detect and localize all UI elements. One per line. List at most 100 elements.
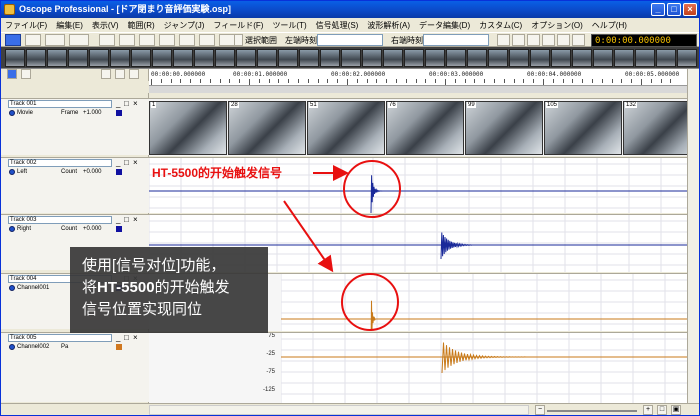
track-maximize-icon[interactable]: □ xyxy=(124,99,129,108)
layout-icon[interactable] xyxy=(101,69,111,79)
thumbnail[interactable] xyxy=(215,49,235,67)
menu-field[interactable]: フィールド(F) xyxy=(213,20,263,31)
stop-button[interactable] xyxy=(572,34,585,46)
grid-icon[interactable] xyxy=(115,69,125,79)
thumbnail[interactable] xyxy=(572,49,592,67)
menu-signal[interactable]: 信号処理(S) xyxy=(316,20,359,31)
track-close-icon[interactable]: × xyxy=(133,333,138,342)
step-back-button[interactable] xyxy=(512,34,525,46)
track-minimize-icon[interactable]: _ xyxy=(116,99,120,108)
thumbnail[interactable] xyxy=(131,49,151,67)
video-frame[interactable]: 99 xyxy=(465,101,543,155)
left-time-field[interactable] xyxy=(317,34,383,46)
menu-jump[interactable]: ジャンプ(J) xyxy=(164,20,205,31)
thumbnail[interactable] xyxy=(488,49,508,67)
thumbnail[interactable] xyxy=(341,49,361,67)
track-maximize-icon[interactable]: □ xyxy=(124,158,129,167)
copy-icon[interactable] xyxy=(159,34,175,46)
thumbnail[interactable] xyxy=(299,49,319,67)
thumbnail[interactable] xyxy=(152,49,172,67)
zoom-in-icon[interactable]: + xyxy=(643,405,653,415)
menu-analysis[interactable]: 波形解析(A) xyxy=(367,20,410,31)
horizontal-scrollbar[interactable] xyxy=(149,405,529,415)
rewind-button[interactable] xyxy=(497,34,510,46)
thumbnail[interactable] xyxy=(446,49,466,67)
thumbnail[interactable] xyxy=(320,49,340,67)
thumbnail[interactable] xyxy=(614,49,634,67)
thumbnail[interactable] xyxy=(257,49,277,67)
remove-track-icon[interactable] xyxy=(21,69,31,79)
video-frame[interactable]: 1 xyxy=(149,101,227,155)
range-tool-button[interactable] xyxy=(25,34,41,46)
channel-color-swatch[interactable] xyxy=(116,344,122,350)
track-close-icon[interactable]: × xyxy=(133,158,138,167)
thumbnail[interactable] xyxy=(68,49,88,67)
thumbnail[interactable] xyxy=(26,49,46,67)
track-maximize-icon[interactable]: □ xyxy=(124,333,129,342)
zoom-h-button[interactable] xyxy=(45,34,65,46)
menu-data[interactable]: データ編集(D) xyxy=(419,20,470,31)
thumbnail[interactable] xyxy=(110,49,130,67)
menu-tools[interactable]: ツール(T) xyxy=(272,20,306,31)
thumbnail[interactable] xyxy=(677,49,697,67)
video-lane[interactable]: 128517699105132157 xyxy=(149,98,687,156)
trim-icon[interactable] xyxy=(219,34,235,46)
menu-help[interactable]: ヘルプ(H) xyxy=(592,20,627,31)
video-frame[interactable]: 132 xyxy=(623,101,687,155)
thumbnail[interactable] xyxy=(530,49,550,67)
range-checkbox[interactable] xyxy=(234,34,243,46)
thumbnail[interactable] xyxy=(404,49,424,67)
thumbnail[interactable] xyxy=(467,49,487,67)
thumbnail[interactable] xyxy=(656,49,676,67)
thumbnail[interactable] xyxy=(593,49,613,67)
close-button[interactable]: × xyxy=(683,3,697,16)
minimize-button[interactable]: _ xyxy=(651,3,665,16)
menu-range[interactable]: 範囲(R) xyxy=(128,20,155,31)
thumbnail[interactable] xyxy=(194,49,214,67)
thumbnail[interactable] xyxy=(425,49,445,67)
waveform-lane-ch2[interactable]: 75 -25 -75 -125 xyxy=(149,332,687,403)
maximize-button[interactable]: □ xyxy=(667,3,681,16)
menu-options[interactable]: オプション(O) xyxy=(531,20,583,31)
thumbnail[interactable] xyxy=(551,49,571,67)
range-bar[interactable] xyxy=(149,85,687,93)
fit-icon[interactable]: □ xyxy=(657,405,667,415)
settings-icon[interactable] xyxy=(199,34,215,46)
forward-button[interactable] xyxy=(557,34,570,46)
track-header-5[interactable]: Track 005 _ □ × Channel002 Pa xyxy=(1,332,149,402)
channel-color-swatch[interactable] xyxy=(116,226,122,232)
video-frame[interactable]: 51 xyxy=(307,101,385,155)
marker-button[interactable] xyxy=(119,34,135,46)
step-forward-button[interactable] xyxy=(542,34,555,46)
menu-custom[interactable]: カスタム(C) xyxy=(479,20,522,31)
menu-file[interactable]: ファイル(F) xyxy=(5,20,47,31)
thumbnail[interactable] xyxy=(635,49,655,67)
paste-icon[interactable] xyxy=(179,34,195,46)
vertical-scrollbar[interactable] xyxy=(687,69,699,403)
thumbnail[interactable] xyxy=(173,49,193,67)
track-minimize-icon[interactable]: _ xyxy=(116,215,120,224)
zoom-v-button[interactable] xyxy=(69,34,89,46)
video-frame[interactable]: 28 xyxy=(228,101,306,155)
thumbnail[interactable] xyxy=(47,49,67,67)
video-frame[interactable]: 105 xyxy=(544,101,622,155)
thumbnail[interactable] xyxy=(509,49,529,67)
thumbnail-strip[interactable] xyxy=(1,47,699,69)
track-maximize-icon[interactable]: □ xyxy=(124,215,129,224)
track-header-1[interactable]: Track 001 _ □ × Movie Frame +1.000 xyxy=(1,98,149,155)
search-icon[interactable] xyxy=(99,34,115,46)
track-header-2[interactable]: Track 002 _ □ × Left Count +0.000 xyxy=(1,157,149,213)
thumbnail[interactable] xyxy=(362,49,382,67)
pointer-tool-button[interactable] xyxy=(5,34,21,46)
thumbnail[interactable] xyxy=(278,49,298,67)
menu-edit[interactable]: 編集(E) xyxy=(56,20,83,31)
right-time-field[interactable] xyxy=(423,34,489,46)
track-close-icon[interactable]: × xyxy=(133,99,138,108)
thumbnail[interactable] xyxy=(89,49,109,67)
zoom-out-icon[interactable]: − xyxy=(535,405,545,415)
track-minimize-icon[interactable]: _ xyxy=(116,333,120,342)
video-frame[interactable]: 76 xyxy=(386,101,464,155)
thumbnail[interactable] xyxy=(383,49,403,67)
expand-icon[interactable]: ▣ xyxy=(671,405,681,415)
thumbnail[interactable] xyxy=(5,49,25,67)
